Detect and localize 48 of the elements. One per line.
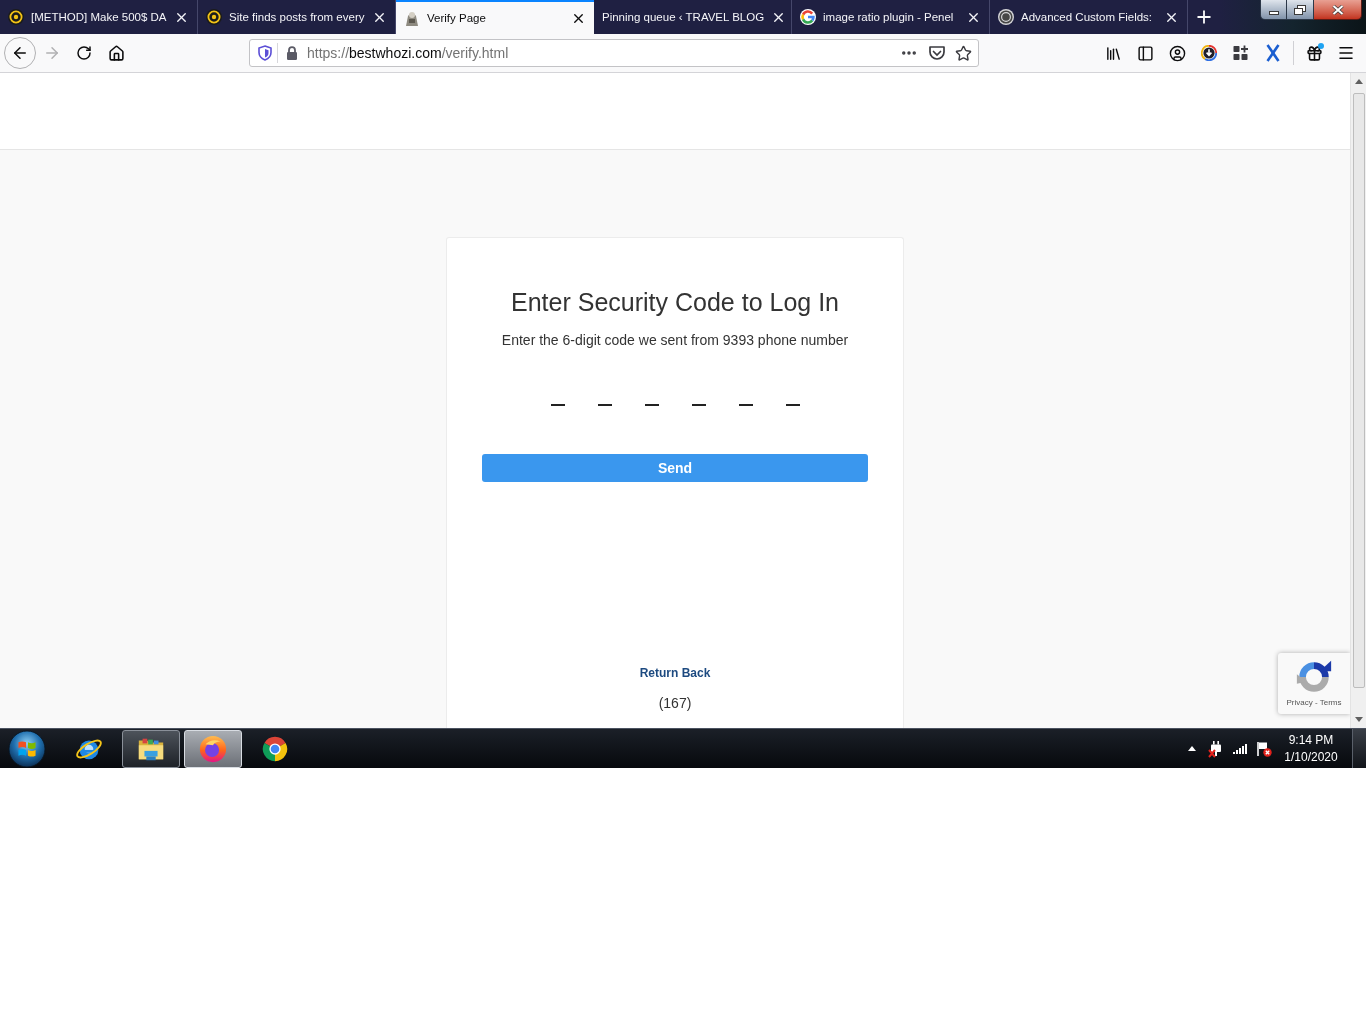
clock-button[interactable]: 9:14 PM 1/10/2020 [1278,731,1344,766]
lock-icon [286,46,298,60]
caret-up-icon[interactable] [1188,746,1196,751]
address-bar[interactable]: https://bestwhozi.com/verify.html [249,39,979,67]
signal-bars-icon[interactable] [1233,743,1247,754]
round-logo-icon [206,9,222,25]
minimize-icon [1268,10,1279,15]
close-window-button[interactable] [1314,0,1362,20]
sidebar-icon [1136,44,1154,62]
x-mark-icon [1266,44,1280,62]
taskbar-button[interactable] [122,729,180,768]
show-desktop-button[interactable] [1352,729,1366,768]
flame-globe-icon [198,733,228,764]
download-circle-icon [1201,45,1217,61]
page-title: Enter Security Code to Log In [511,287,839,318]
star-icon[interactable] [955,44,972,62]
round-logo-icon [8,9,24,25]
account-icon [1168,44,1186,62]
plus-icon [1194,7,1214,27]
home-icon [107,44,125,62]
restore-button[interactable] [1287,0,1314,20]
restore-icon [1294,4,1306,15]
library-icon [1104,44,1122,62]
privacy-terms-links[interactable]: Privacy - Terms [1286,698,1342,708]
scrollbar-thumb[interactable] [1352,93,1365,688]
figure-icon [404,10,420,26]
page-subtitle: Enter the 6-digit code we sent from 9393 phone number [501,331,849,350]
flag-orb-icon [8,729,46,768]
ring-logo-icon [998,9,1014,25]
pouch-icon[interactable] [928,45,946,61]
countdown-text: (167) [658,694,692,713]
close-icon [1331,4,1344,15]
g-logo-icon [800,9,816,25]
grid-plus-icon [1233,45,1249,61]
browser-tab[interactable]: Verify Page [396,0,594,34]
shield-icon [257,45,273,61]
reload-icon [76,45,92,61]
back-button[interactable] [4,37,36,69]
scroll-up-icon[interactable] [1354,79,1363,84]
return-back-link[interactable]: Return Back [639,665,711,681]
minimize-button[interactable] [1260,0,1287,20]
gift-icon [1305,44,1323,62]
url-text: https://bestwhozi.com/verify.html [307,44,509,62]
menu-icon [1337,44,1355,62]
scroll-down-icon[interactable] [1354,717,1363,722]
flag-icon[interactable] [1256,740,1272,757]
scrollbar[interactable] [1350,73,1366,728]
power-plug-icon[interactable] [1208,739,1224,758]
